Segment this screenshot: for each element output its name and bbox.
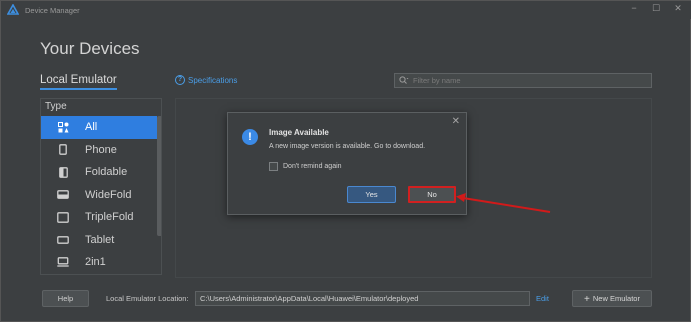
device-manager-window: Device Manager − ☐ ✕ Your Devices Local … [0, 0, 691, 322]
filter-input[interactable] [413, 76, 633, 85]
type-item-foldable[interactable]: Foldable [41, 161, 157, 184]
question-icon: ? [175, 75, 185, 85]
phone-icon [57, 144, 69, 156]
page-title: Your Devices [40, 39, 140, 58]
type-item-label: 2in1 [85, 256, 106, 269]
type-item-label: Phone [85, 143, 117, 156]
close-window-button[interactable]: ✕ [671, 3, 685, 14]
grid-icon [57, 121, 69, 133]
location-field[interactable]: C:\Users\Administrator\AppData\Local\Hua… [195, 291, 530, 306]
dialog-close-icon[interactable]: ✕ [452, 116, 460, 127]
type-panel: Type All Phone Foldable WideFold TripleF… [40, 98, 162, 275]
image-available-dialog: ✕ ! Image Available A new image version … [227, 112, 467, 215]
edit-link[interactable]: Edit [536, 294, 549, 303]
info-icon: ! [242, 129, 258, 145]
tablet-icon [57, 234, 69, 246]
triplefold-icon [57, 211, 69, 223]
specifications-link[interactable]: ? Specifications [175, 75, 237, 85]
type-item-label: Foldable [85, 166, 128, 179]
type-header: Type [41, 99, 161, 116]
window-title: Device Manager [25, 5, 80, 15]
app-logo-icon [7, 4, 19, 15]
minimize-button[interactable]: − [627, 3, 641, 13]
new-emulator-button[interactable]: + New Emulator [572, 290, 652, 307]
type-item-label: TripleFold [85, 211, 134, 224]
help-button[interactable]: Help [42, 290, 89, 307]
specifications-label: Specifications [188, 75, 238, 85]
laptop-icon [57, 256, 69, 268]
type-scrollbar[interactable] [157, 116, 161, 236]
type-item-triplefold[interactable]: TripleFold [41, 206, 157, 229]
foldable-icon [57, 166, 69, 178]
yes-button[interactable]: Yes [347, 186, 396, 203]
plus-icon: + [584, 294, 590, 305]
dialog-title: Image Available [269, 128, 329, 137]
tab-local-emulator[interactable]: Local Emulator [40, 74, 117, 90]
search-icon [399, 76, 409, 84]
type-item-widefold[interactable]: WideFold [41, 184, 157, 207]
checkbox-box[interactable] [269, 162, 278, 171]
checkbox-label: Don't remind again [283, 163, 342, 170]
dont-remind-checkbox[interactable]: Don't remind again [269, 162, 342, 171]
dialog-message: A new image version is available. Go to … [269, 143, 426, 150]
type-item-label: All [85, 121, 98, 134]
maximize-button[interactable]: ☐ [649, 3, 663, 14]
type-item-phone[interactable]: Phone [41, 139, 157, 162]
title-bar: Device Manager [1, 1, 691, 19]
type-item-label: WideFold [85, 188, 132, 201]
filter-box[interactable] [394, 73, 652, 88]
type-item-label: Tablet [85, 233, 115, 246]
new-emulator-label: New Emulator [592, 294, 640, 303]
type-item-all[interactable]: All [41, 116, 157, 139]
location-label: Local Emulator Location: [106, 294, 189, 303]
no-button[interactable]: No [408, 186, 456, 203]
type-item-2in1[interactable]: 2in1 [41, 251, 157, 274]
type-item-tablet[interactable]: Tablet [41, 229, 157, 252]
widefold-icon [57, 189, 69, 201]
